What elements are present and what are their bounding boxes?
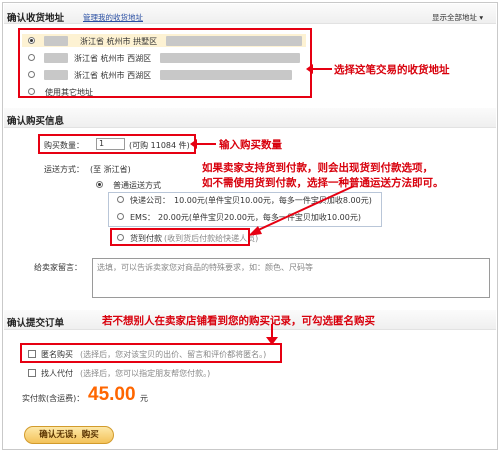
normal-shipping-label: 普通运送方式	[113, 181, 161, 190]
proxy-pay-label: 找人代付	[41, 369, 73, 378]
express-label: 快递公司：	[130, 196, 170, 205]
submit-section-title: 确认提交订单	[7, 318, 65, 329]
show-all-address-label: 显示全部地址	[432, 13, 477, 22]
message-placeholder: 选填，可以告诉卖家您对商品的特殊要求，如：颜色、尺码等	[97, 263, 313, 272]
normal-shipping-radio[interactable]	[96, 181, 103, 188]
express-radio[interactable]	[117, 196, 124, 203]
address-note: 选择这笔交易的收货地址	[334, 64, 450, 76]
ems-radio[interactable]	[117, 213, 124, 220]
message-label: 给卖家留言：	[34, 263, 82, 272]
cod-note-arrow	[248, 185, 355, 236]
shipping-destination: (至 浙江省)	[90, 165, 131, 174]
currency-label: 元	[140, 394, 148, 403]
total-label: 实付款(含运费)：	[22, 394, 85, 403]
purchase-section-title: 确认购买信息	[7, 116, 65, 127]
proxy-pay-checkbox[interactable]	[28, 369, 36, 377]
shipping-label: 运送方式：	[44, 165, 84, 174]
ems-label: EMS：	[130, 213, 156, 222]
manage-address-link[interactable]: 管理我的收货地址	[83, 12, 143, 23]
quantity-highlight-box	[38, 134, 196, 154]
cod-note-line2: 如不需使用货到付款，选择一种普通运送方法即可。	[202, 177, 444, 189]
anonymous-highlight-box	[20, 343, 282, 363]
address-section-header	[4, 4, 496, 24]
quantity-note-arrow	[190, 139, 216, 149]
quantity-note: 输入购买数量	[219, 139, 282, 151]
address-highlight-box	[18, 28, 312, 98]
proxy-pay-description: (选择后，您可以指定朋友帮您付款。)	[80, 369, 211, 378]
confirm-purchase-button[interactable]: 确认无误，购买	[24, 426, 114, 444]
show-all-address-link[interactable]: 显示全部地址 ▾	[432, 12, 483, 23]
address-section-title: 确认收货地址	[7, 13, 65, 24]
chevron-down-icon: ▾	[477, 13, 484, 22]
anonymous-note: 若不想别人在卖家店铺看到您的购买记录，可勾选匿名购买	[102, 315, 375, 327]
purchase-section-header	[4, 108, 496, 128]
cod-highlight-box	[110, 228, 250, 246]
cod-note-line1: 如果卖家支持货到付款，则会出现货到付款选项，	[202, 162, 433, 174]
message-textarea[interactable]: 选填，可以告诉卖家您对商品的特殊要求，如：颜色、尺码等	[92, 258, 490, 298]
total-amount: 45.00	[88, 384, 136, 405]
address-note-arrow	[306, 64, 332, 74]
